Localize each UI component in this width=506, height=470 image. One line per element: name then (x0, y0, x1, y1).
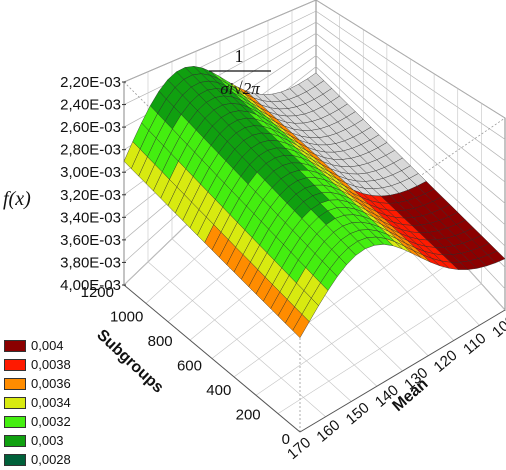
legend-item: 0,003 (4, 431, 102, 450)
legend-item: 0,0028 (4, 450, 102, 469)
z-tick-label: 3,60E-03 (60, 232, 121, 249)
z-tick-label: 3,00E-03 (60, 164, 121, 181)
box-edge (299, 309, 506, 433)
chart-area: 2,20E-03 2,40E-03 2,60E-03 2,80E-03 3,00E-03… (0, 0, 506, 470)
z-tick-label: 3,20E-03 (60, 187, 121, 204)
z-tick-label: 3,40E-03 (60, 209, 121, 226)
legend-swatch (4, 434, 26, 447)
color-legend: 0,004 0,0038 0,0036 0,0034 0,0032 0,003 0,0028 (4, 336, 102, 469)
legend-item: 0,004 (4, 336, 102, 355)
legend-item: 0,0036 (4, 374, 102, 393)
x-tick-label: 100 (489, 312, 506, 341)
z-tick-label: 2,40E-03 (60, 97, 121, 114)
y-tick-label: 200 (236, 407, 261, 424)
y-tick-label: 1200 (81, 284, 114, 301)
y-tick-label: 600 (177, 358, 202, 375)
legend-label: 0,0032 (31, 414, 71, 429)
z-axis-label: f(x) (3, 188, 31, 210)
legend-swatch (4, 396, 26, 409)
legend-swatch (4, 377, 26, 390)
y-tick-label: 800 (148, 333, 173, 350)
legend-label: 0,003 (31, 433, 64, 448)
legend-label: 0,0028 (31, 452, 71, 467)
legend-swatch (4, 453, 26, 466)
y-tick-label: 400 (206, 382, 231, 399)
formula-denominator: σi√2π (220, 79, 260, 98)
z-tick-label: 2,20E-03 (60, 74, 121, 91)
legend-swatch (4, 339, 26, 352)
legend-item: 0,0038 (4, 355, 102, 374)
legend-swatch (4, 358, 26, 371)
legend-label: 0,004 (31, 338, 64, 353)
legend-label: 0,0038 (31, 357, 71, 372)
z-tick-label: 2,60E-03 (60, 119, 121, 136)
y-tick-label: 1000 (110, 309, 143, 326)
legend-swatch (4, 415, 26, 428)
legend-item: 0,0032 (4, 412, 102, 431)
legend-label: 0,0036 (31, 376, 71, 391)
legend-label: 0,0034 (31, 395, 71, 410)
z-tick-label: 3,80E-03 (60, 254, 121, 271)
formula-numerator: 1 (235, 46, 244, 66)
z-tick-label: 2,80E-03 (60, 142, 121, 159)
legend-item: 0,0034 (4, 393, 102, 412)
